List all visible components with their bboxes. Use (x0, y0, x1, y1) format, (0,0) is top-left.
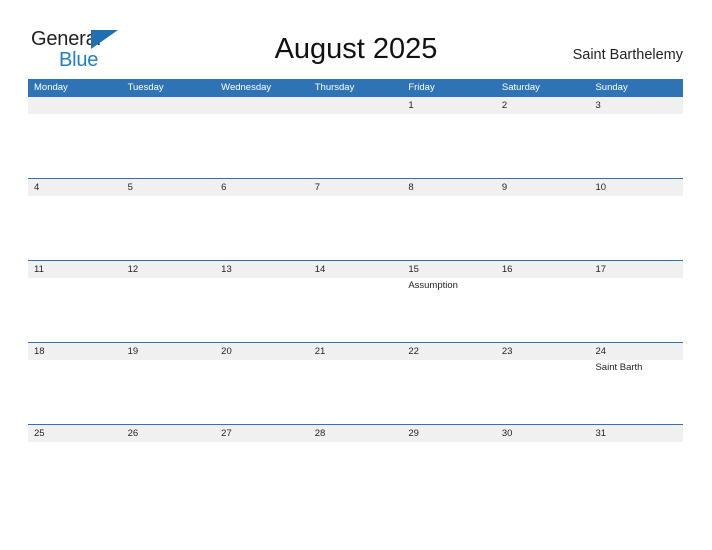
day-cell[interactable] (28, 114, 122, 178)
day-number[interactable]: 14 (309, 261, 403, 278)
day-number[interactable]: 10 (589, 179, 683, 196)
day-number[interactable]: 12 (122, 261, 216, 278)
event-label: Saint Barth (595, 362, 643, 373)
day-cell[interactable] (28, 196, 122, 260)
day-cell[interactable] (309, 196, 403, 260)
week-event-band: Saint Barth (28, 360, 683, 424)
day-cell[interactable] (28, 278, 122, 342)
week-event-band (28, 196, 683, 260)
day-cell[interactable] (215, 114, 309, 178)
week-row: 4 5 6 7 8 9 10 (28, 178, 683, 260)
day-number[interactable]: 20 (215, 343, 309, 360)
day-cell[interactable] (215, 442, 309, 506)
day-number[interactable]: 17 (589, 261, 683, 278)
day-cell[interactable] (122, 114, 216, 178)
day-number[interactable]: 7 (309, 179, 403, 196)
page-header: General Blue August 2025 Saint Barthelem… (0, 0, 712, 79)
day-number[interactable] (215, 97, 309, 114)
day-number[interactable] (28, 97, 122, 114)
day-number[interactable]: 3 (589, 97, 683, 114)
day-number[interactable]: 25 (28, 425, 122, 442)
week-row: 11 12 13 14 15 16 17 Assumption (28, 260, 683, 342)
day-cell[interactable]: Saint Barth (589, 360, 683, 424)
event-label: Assumption (408, 280, 458, 291)
week-date-band: 1 2 3 (28, 97, 683, 114)
week-date-band: 18 19 20 21 22 23 24 (28, 343, 683, 360)
day-number[interactable]: 5 (122, 179, 216, 196)
day-cell[interactable] (215, 196, 309, 260)
day-cell[interactable] (215, 278, 309, 342)
day-number[interactable]: 27 (215, 425, 309, 442)
day-number[interactable]: 15 (402, 261, 496, 278)
day-cell[interactable] (496, 196, 590, 260)
week-event-band (28, 442, 683, 506)
day-cell[interactable] (28, 442, 122, 506)
day-number[interactable]: 18 (28, 343, 122, 360)
day-number[interactable]: 21 (309, 343, 403, 360)
day-number[interactable]: 19 (122, 343, 216, 360)
weekday-header-row: Monday Tuesday Wednesday Thursday Friday… (28, 79, 683, 96)
day-number[interactable]: 11 (28, 261, 122, 278)
day-cell[interactable] (496, 114, 590, 178)
day-cell[interactable] (589, 442, 683, 506)
day-cell[interactable] (122, 442, 216, 506)
day-cell[interactable] (402, 114, 496, 178)
day-number[interactable]: 24 (589, 343, 683, 360)
week-row: 25 26 27 28 29 30 31 (28, 424, 683, 506)
day-number[interactable]: 8 (402, 179, 496, 196)
day-number[interactable]: 4 (28, 179, 122, 196)
day-number[interactable]: 30 (496, 425, 590, 442)
day-cell[interactable] (402, 196, 496, 260)
weekday-header-saturday: Saturday (501, 82, 540, 93)
day-cell[interactable] (589, 196, 683, 260)
day-cell[interactable] (309, 114, 403, 178)
weekday-header-tuesday: Tuesday (127, 82, 164, 93)
day-number[interactable]: 6 (215, 179, 309, 196)
week-event-band: Assumption (28, 278, 683, 342)
day-number[interactable] (122, 97, 216, 114)
weekday-header-monday: Monday (34, 82, 68, 93)
week-row: 18 19 20 21 22 23 24 Saint Barth (28, 342, 683, 424)
day-number[interactable]: 16 (496, 261, 590, 278)
day-cell[interactable] (496, 278, 590, 342)
calendar-page: General Blue August 2025 Saint Barthelem… (0, 0, 712, 550)
day-cell[interactable] (122, 196, 216, 260)
day-cell[interactable] (496, 360, 590, 424)
week-date-band: 11 12 13 14 15 16 17 (28, 261, 683, 278)
weekday-header-sunday: Sunday (595, 82, 628, 93)
day-number[interactable]: 13 (215, 261, 309, 278)
day-cell[interactable] (309, 278, 403, 342)
day-number[interactable]: 23 (496, 343, 590, 360)
day-number[interactable]: 26 (122, 425, 216, 442)
day-cell[interactable] (402, 360, 496, 424)
day-cell[interactable] (589, 114, 683, 178)
day-cell[interactable] (28, 360, 122, 424)
day-cell[interactable] (496, 442, 590, 506)
day-number[interactable]: 1 (402, 97, 496, 114)
week-date-band: 4 5 6 7 8 9 10 (28, 179, 683, 196)
day-number[interactable]: 2 (496, 97, 590, 114)
day-number[interactable]: 28 (309, 425, 403, 442)
day-cell[interactable] (122, 278, 216, 342)
day-number[interactable]: 9 (496, 179, 590, 196)
week-row: 1 2 3 (28, 96, 683, 178)
day-cell[interactable] (309, 360, 403, 424)
calendar-grid: Monday Tuesday Wednesday Thursday Friday… (28, 79, 683, 506)
week-date-band: 25 26 27 28 29 30 31 (28, 425, 683, 442)
day-cell[interactable] (309, 442, 403, 506)
location-label: Saint Barthelemy (572, 47, 683, 63)
day-cell[interactable] (215, 360, 309, 424)
day-cell[interactable] (402, 442, 496, 506)
weekday-header-friday: Friday (408, 82, 435, 93)
day-number[interactable]: 22 (402, 343, 496, 360)
day-cell[interactable] (122, 360, 216, 424)
day-cell[interactable]: Assumption (402, 278, 496, 342)
day-number[interactable] (309, 97, 403, 114)
day-cell[interactable] (589, 278, 683, 342)
week-event-band (28, 114, 683, 178)
weekday-header-wednesday: Wednesday (221, 82, 272, 93)
day-number[interactable]: 31 (589, 425, 683, 442)
day-number[interactable]: 29 (402, 425, 496, 442)
weekday-header-thursday: Thursday (314, 82, 355, 93)
